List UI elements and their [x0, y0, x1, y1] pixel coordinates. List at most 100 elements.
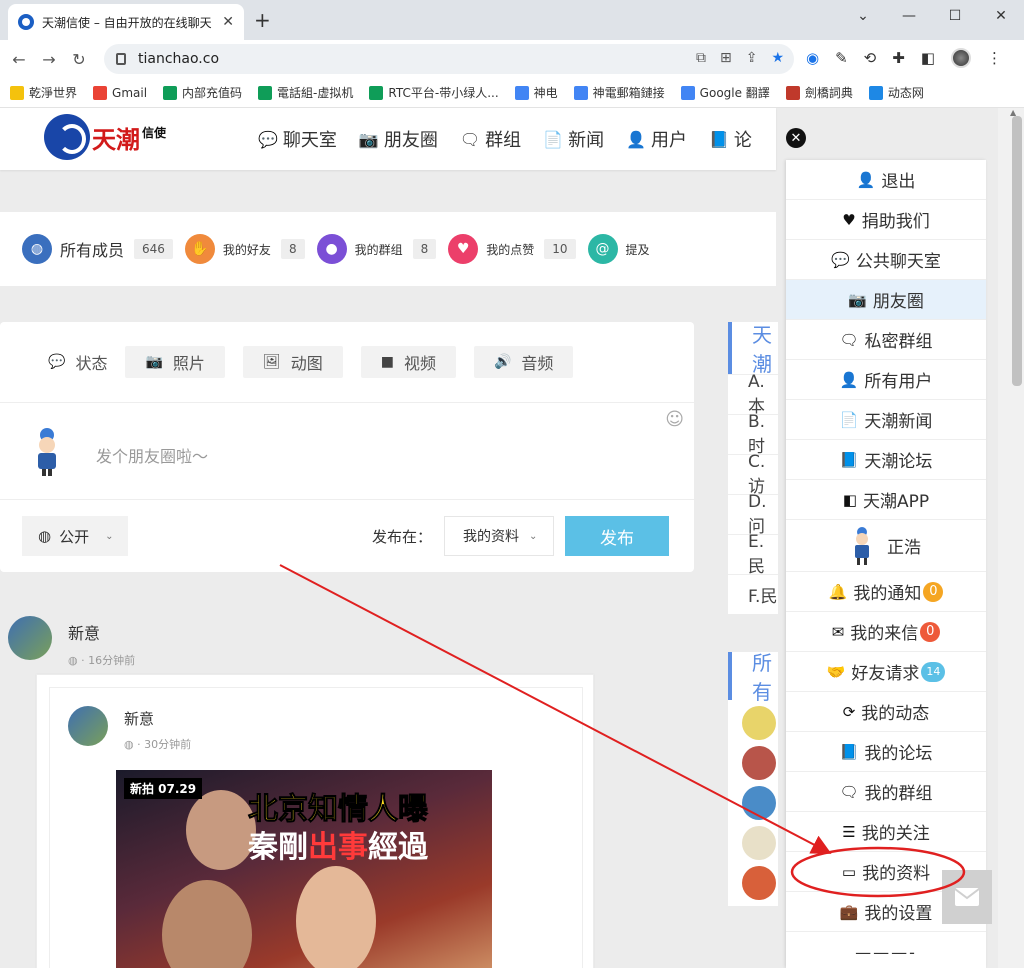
composer-body[interactable]: 发个朋友圈啦～ ☺ [0, 402, 694, 500]
member-avatar[interactable] [742, 866, 776, 900]
menu-user-profile[interactable]: 正浩 [786, 520, 986, 572]
nav-item-0[interactable]: 💬 聊天室 [258, 126, 337, 152]
close-tab-icon[interactable]: ✕ [222, 14, 234, 30]
nav-item-1[interactable]: 📷 朋友圈 [359, 126, 438, 152]
extension-globe-icon[interactable]: ◉ [806, 49, 819, 67]
menu-user-item-2[interactable]: 🤝 好友请求 14 [786, 652, 986, 692]
share-icon[interactable]: ⇪ [746, 50, 758, 66]
bookmark-label: RTC平台-带小绿人... [388, 86, 499, 100]
logo-swirl-icon [44, 114, 90, 160]
member-avatar[interactable] [742, 746, 776, 780]
menu-item-6[interactable]: 📄 天潮新闻 [786, 400, 986, 440]
profile-avatar[interactable] [951, 48, 972, 68]
menu-user-item-5[interactable]: 🗨 我的群组 [786, 772, 986, 812]
menu-user-item-3[interactable]: ⟳ 我的动态 [786, 692, 986, 732]
close-menu-icon[interactable]: ✕ [786, 128, 806, 148]
nav-item-4[interactable]: 👤 用户 [626, 126, 687, 152]
menu-user-item-6[interactable]: ☰ 我的关注 [786, 812, 986, 852]
bookmark-item[interactable]: 动态网 [868, 84, 924, 101]
emoji-icon[interactable]: ☺ [665, 409, 684, 430]
menu-item-3[interactable]: 📷 朋友圈 [786, 280, 986, 320]
lock-icon[interactable] [116, 53, 126, 65]
nav-item-5[interactable]: 📘 论 [709, 126, 752, 152]
minimize-button[interactable]: — [886, 0, 932, 32]
menu-item-8[interactable]: ◧ 天潮APP [786, 480, 986, 520]
menu-user-item-0[interactable]: 🔔 我的通知 0 [786, 572, 986, 612]
tab-gif[interactable]: 🖼 动图 [242, 346, 343, 378]
post-author[interactable]: 新意 [68, 620, 100, 644]
bookmark-item[interactable]: 内部充值码 [163, 84, 242, 101]
stat-item[interactable]: @ 提及 [587, 234, 660, 264]
bookmark-item[interactable]: 乾淨世界 [10, 84, 77, 101]
close-window-button[interactable]: ✕ [978, 0, 1024, 32]
menu-item-0[interactable]: 👤 退出 [786, 160, 986, 200]
back-icon[interactable]: ← [4, 50, 34, 69]
nav-item-2[interactable]: 🗨 群组 [460, 126, 521, 152]
menu-user-item-1[interactable]: ✉ 我的来信 0 [786, 612, 986, 652]
page-content: 天潮 信使 💬 聊天室 📷 朋友圈 🗨 群组 📄 新闻 👤 用户 📘 论 ✕ ◍ 所有成员 646 ✋ 我的好… [0, 108, 1024, 968]
kebab-menu-icon[interactable]: ⋮ [987, 49, 1002, 67]
translate-icon[interactable]: ⊞ [720, 50, 732, 66]
bookmark-item[interactable]: 劍橋詞典 [785, 84, 853, 101]
bookmark-star-icon[interactable]: ★ [771, 50, 784, 66]
site-logo[interactable]: 天潮 信使 [44, 114, 166, 160]
extension-feather-icon[interactable]: ✎ [835, 49, 848, 67]
bookmark-item[interactable]: 神电 [514, 84, 558, 101]
sidepanel-icon[interactable]: ◧ [921, 49, 935, 67]
composer-placeholder[interactable]: 发个朋友圈啦～ [96, 443, 208, 467]
tab-status[interactable]: 💬 状态 [26, 346, 107, 378]
tab-photo[interactable]: 📷 照片 [125, 346, 225, 378]
menu-item-2[interactable]: 💬 公共聊天室 [786, 240, 986, 280]
extension-sync-icon[interactable]: ⟲ [864, 49, 877, 67]
stat-item[interactable]: ◍ 所有成员 646 [22, 234, 173, 264]
avatar[interactable] [68, 706, 108, 746]
url-text[interactable]: tianchao.co [138, 51, 219, 67]
thumbnail-headline-2: 秦剛出事經過 [248, 822, 428, 866]
menu-item-7[interactable]: 📘 天潮论坛 [786, 440, 986, 480]
reload-icon[interactable]: ↻ [64, 50, 94, 69]
message-fab[interactable] [942, 870, 992, 924]
sidebar-widget-row[interactable]: C.访 [728, 452, 778, 497]
bookmark-item[interactable]: Gmail [93, 85, 147, 100]
nav-item-3[interactable]: 📄 新闻 [543, 126, 604, 152]
bookmark-item[interactable]: 電話組-虚拟机 [258, 84, 353, 101]
member-avatar[interactable] [742, 826, 776, 860]
bookmark-item[interactable]: Google 翻譯 [680, 84, 770, 101]
new-tab-button[interactable]: + [254, 8, 271, 32]
puzzle-icon[interactable]: ✚ [892, 49, 905, 67]
bookmark-item[interactable]: 神電郵箱鏈接 [573, 84, 665, 101]
publish-target-select[interactable]: 我的资料 ⌄ [444, 516, 554, 556]
page-scrollbar[interactable]: ▲ [998, 108, 1024, 968]
stat-item[interactable]: ♥ 我的点赞 10 [448, 234, 576, 264]
avatar[interactable] [8, 616, 52, 660]
sidebar-widget-row[interactable]: E.民 [728, 532, 778, 577]
omnibox[interactable]: tianchao.co ⧉ ⊞ ⇪ ★ [104, 44, 794, 74]
sidebar-widget-row[interactable]: B.时 [728, 412, 778, 457]
publish-button[interactable]: 发布 [565, 516, 669, 556]
member-avatar[interactable] [742, 786, 776, 820]
sidebar-widget-row[interactable]: D.问 [728, 492, 778, 537]
stat-label: 我的点赞 [486, 242, 535, 257]
tab-video[interactable]: ■ 视频 [360, 346, 456, 378]
browser-tab[interactable]: 天潮信使 – 自由开放的在线聊天 ✕ [8, 4, 244, 40]
stat-item[interactable]: ✋ 我的好友 8 [184, 234, 305, 264]
stat-item[interactable]: ● 我的群组 8 [316, 234, 437, 264]
menu-item-5[interactable]: 👤 所有用户 [786, 360, 986, 400]
menu-item-4[interactable]: 🗨 私密群组 [786, 320, 986, 360]
menu-item-1[interactable]: ♥ 捐助我们 [786, 200, 986, 240]
bookmark-item[interactable]: RTC平台-带小绿人... [369, 84, 499, 101]
top-navigation: 💬 聊天室 📷 朋友圈 🗨 群组 📄 新闻 👤 用户 📘 论 [258, 126, 752, 152]
menu-user-item-4[interactable]: 📘 我的论坛 [786, 732, 986, 772]
privacy-select[interactable]: ◍ 公开 ⌄ [22, 516, 128, 556]
member-avatar[interactable] [742, 706, 776, 740]
open-external-icon[interactable]: ⧉ [696, 50, 706, 66]
forward-icon[interactable]: → [34, 50, 64, 69]
tab-search-icon[interactable]: ⌄ [840, 0, 886, 32]
maximize-button[interactable]: ☐ [932, 0, 978, 32]
sidebar-widget-row[interactable]: A.本 [728, 372, 778, 417]
tab-audio[interactable]: 🔊 音频 [473, 346, 574, 378]
video-thumbnail[interactable]: 新拍 07.29 北京知情人曝 秦剛出事經過 [116, 770, 492, 968]
shared-post-author[interactable]: 新意 [124, 708, 154, 729]
scrollbar-thumb[interactable] [1012, 116, 1022, 386]
sidebar-widget-row[interactable]: F.民 [728, 574, 778, 614]
